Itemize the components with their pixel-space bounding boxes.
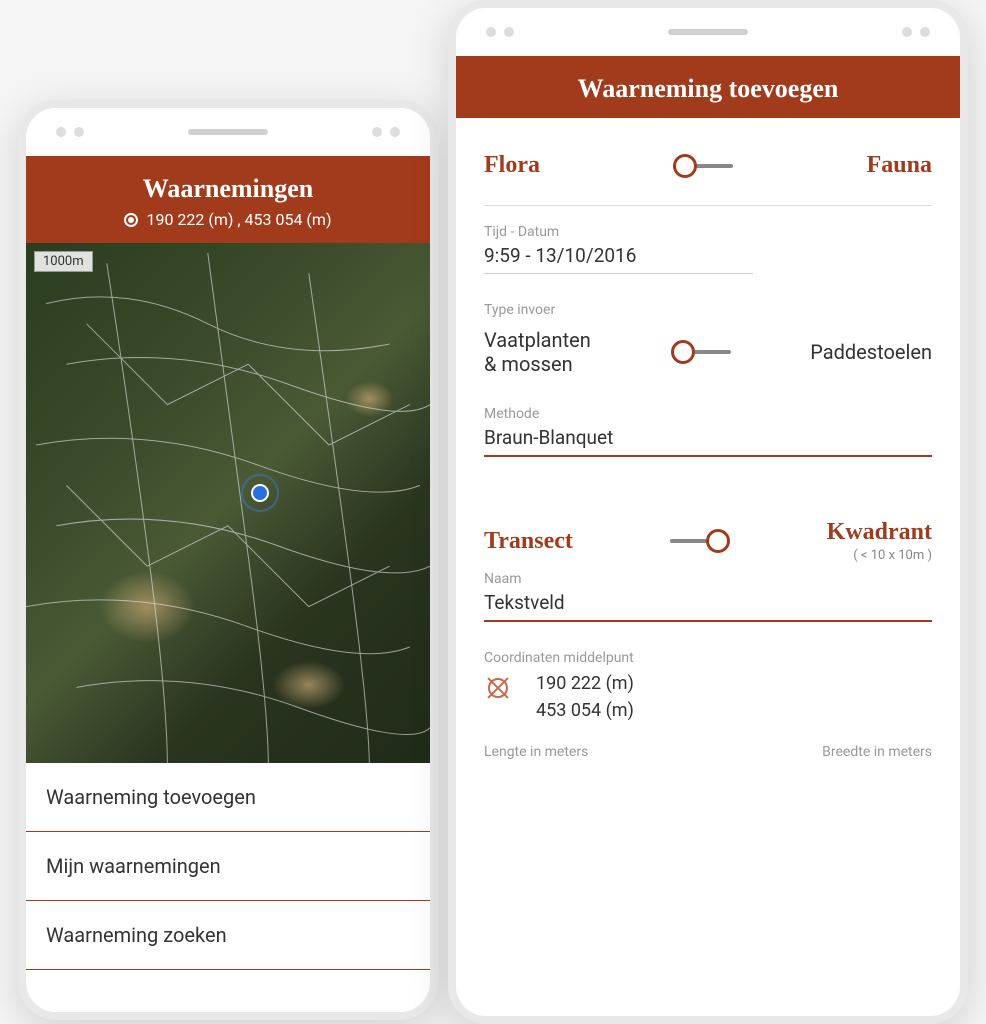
kwadrant-sub: ( < 10 x 10m ) xyxy=(827,548,932,563)
form-body: Flora Fauna Tijd - Datum 9:59 - 13/10/20… xyxy=(456,118,960,780)
toggle-flora-label: Flora xyxy=(484,152,540,179)
menu-list: Waarneming toevoegen Mijn waarnemingen W… xyxy=(26,763,430,970)
toggle-thumb-icon xyxy=(671,340,695,364)
menu-item-add-observation[interactable]: Waarneming toevoegen xyxy=(26,763,430,832)
toggle-track-icon[interactable] xyxy=(673,164,733,168)
toggle-track-icon[interactable] xyxy=(670,539,730,543)
flora-fauna-toggle[interactable]: Flora Fauna xyxy=(484,138,932,201)
phone-left: Waarnemingen 190 222 (m) , 453 054 (m) 1… xyxy=(18,100,438,1020)
map-scale-badge: 1000m xyxy=(34,251,93,272)
header-coords[interactable]: 190 222 (m) , 453 054 (m) xyxy=(36,210,420,229)
phone-right: Waarneming toevoegen Flora Fauna Tijd - … xyxy=(448,0,968,1024)
dimensions-row: Lengte in meters Breedte in meters xyxy=(484,744,932,760)
coord-x: 190 222 (m) xyxy=(536,670,634,697)
coords-label: Coordinaten middelpunt xyxy=(484,650,932,666)
map[interactable]: 1000m xyxy=(26,243,430,763)
type-invoer-toggle[interactable]: Vaatplanten& mossen Paddestoelen xyxy=(484,322,932,406)
current-location-marker-icon[interactable] xyxy=(247,480,273,506)
toggle-track-icon[interactable] xyxy=(671,350,731,354)
toggle-kwadrant-label: Kwadrant xyxy=(827,519,932,546)
field-underline xyxy=(484,273,753,274)
methode-value[interactable]: Braun-Blanquet xyxy=(484,426,932,455)
coord-y: 453 054 (m) xyxy=(536,697,634,724)
page-title: Waarnemingen xyxy=(36,174,420,204)
naam-label: Naam xyxy=(484,571,932,587)
type-vaatplanten-label: Vaatplanten& mossen xyxy=(484,328,591,376)
phone-bezel-top xyxy=(456,8,960,56)
datetime-value[interactable]: 9:59 - 13/10/2016 xyxy=(484,244,932,273)
phone-bezel-top xyxy=(26,108,430,156)
transect-kwadrant-toggle[interactable]: Transect Kwadrant ( < 10 x 10m ) xyxy=(484,505,932,571)
location-indicator-icon xyxy=(124,213,138,227)
type-paddestoelen-label: Paddestoelen xyxy=(810,340,932,364)
toggle-fauna-label: Fauna xyxy=(867,152,932,179)
toggle-thumb-icon xyxy=(706,529,730,553)
crosshair-icon xyxy=(484,674,512,702)
toggle-thumb-icon xyxy=(673,154,697,178)
coords-row[interactable]: 190 222 (m) 453 054 (m) xyxy=(484,670,932,724)
naam-value[interactable]: Tekstveld xyxy=(484,591,932,620)
field-underline-accent xyxy=(484,620,932,622)
page-title: Waarneming toevoegen xyxy=(466,74,950,104)
divider xyxy=(484,205,932,206)
toggle-transect-label: Transect xyxy=(484,528,573,555)
breedte-label: Breedte in meters xyxy=(822,744,932,760)
coords-text: 190 222 (m) , 453 054 (m) xyxy=(146,210,331,229)
field-underline-accent xyxy=(484,455,932,457)
menu-item-search-observation[interactable]: Waarneming zoeken xyxy=(26,901,430,970)
datetime-label: Tijd - Datum xyxy=(484,224,932,240)
header-right: Waarneming toevoegen xyxy=(456,56,960,118)
menu-item-my-observations[interactable]: Mijn waarnemingen xyxy=(26,832,430,901)
coord-values: 190 222 (m) 453 054 (m) xyxy=(536,670,634,724)
type-invoer-label: Type invoer xyxy=(484,302,932,318)
lengte-label: Lengte in meters xyxy=(484,744,588,760)
methode-label: Methode xyxy=(484,406,932,422)
header-left: Waarnemingen 190 222 (m) , 453 054 (m) xyxy=(26,156,430,243)
